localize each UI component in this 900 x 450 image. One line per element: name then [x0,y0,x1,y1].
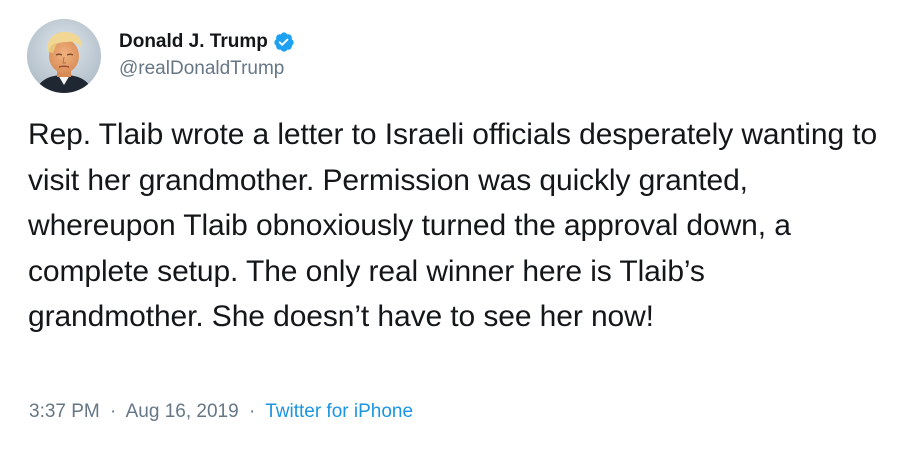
user-handle[interactable]: @realDonaldTrump [119,58,295,80]
tweet-header: Donald J. Trump @realDonaldTrump [27,18,295,94]
verified-badge-icon [273,31,295,53]
name-row: Donald J. Trump [119,29,295,55]
avatar[interactable] [27,19,101,93]
tweet-card: Donald J. Trump @realDonaldTrump Rep. Tl… [0,0,900,450]
tweet-time[interactable]: 3:37 PM [29,401,100,422]
display-name[interactable]: Donald J. Trump [119,31,268,53]
tweet-text: Rep. Tlaib wrote a letter to Israeli off… [28,118,878,333]
tweet-source-link[interactable]: Twitter for iPhone [265,401,413,422]
tweet-meta: 3:37 PM · Aug 16, 2019 · Twitter for iPh… [29,401,413,423]
tweet-date[interactable]: Aug 16, 2019 [126,401,239,422]
meta-separator: · [110,401,117,422]
meta-separator: · [248,401,256,422]
profile-photo-icon [27,19,101,93]
user-names: Donald J. Trump @realDonaldTrump [119,29,295,80]
